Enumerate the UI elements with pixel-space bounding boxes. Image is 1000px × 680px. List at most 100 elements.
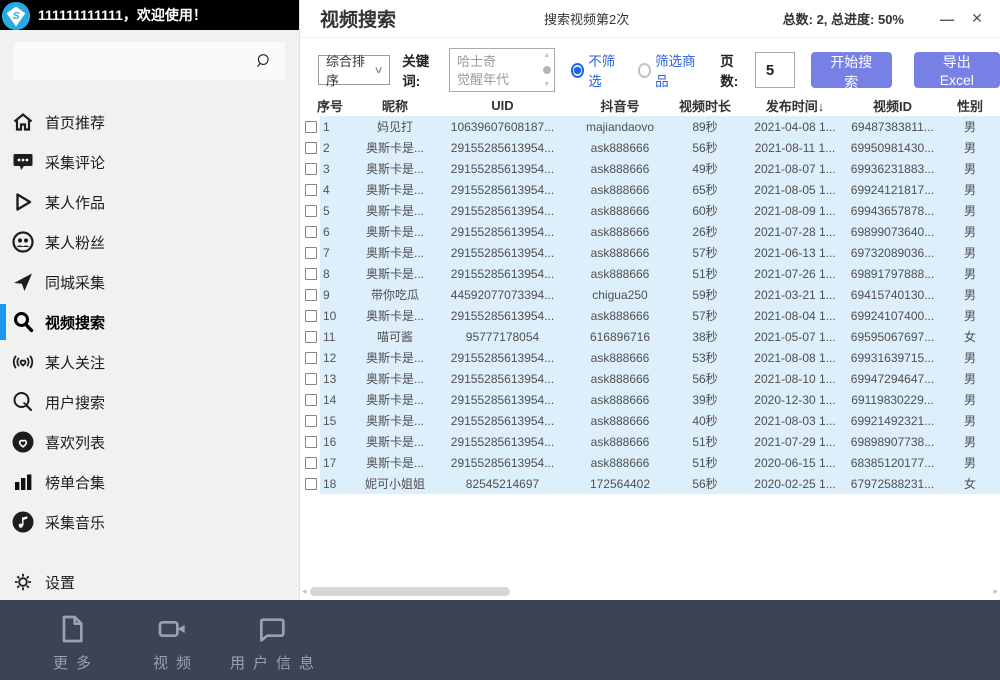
cell-videoid: 69891797888... <box>845 267 940 281</box>
scroll-thumb[interactable] <box>543 66 551 74</box>
col-published-sort[interactable]: 发布时间↓ <box>745 96 845 115</box>
scroll-down-icon[interactable]: ▼ <box>543 81 550 88</box>
table-row[interactable]: 12 奥斯卡是... 29155285613954... ask888666 5… <box>300 347 1000 368</box>
close-button[interactable]: ✕ <box>962 10 992 27</box>
cell-videoid: 69924107400... <box>845 309 940 323</box>
row-checkbox[interactable] <box>305 121 317 133</box>
row-checkbox[interactable] <box>305 268 317 280</box>
hscroll-thumb[interactable] <box>310 587 510 596</box>
start-search-button[interactable]: 开始搜索 <box>811 52 892 88</box>
scroll-right-icon[interactable]: ▸ <box>993 586 998 597</box>
row-checkbox[interactable] <box>305 415 317 427</box>
minimize-button[interactable]: — <box>932 11 962 27</box>
cell-nickname: 奥斯卡是... <box>360 307 430 324</box>
sidebar-menu-item[interactable]: 采集评论 <box>0 142 299 182</box>
cell-gender: 男 <box>940 391 1000 408</box>
table-row[interactable]: 1 妈见打 10639607608187... majiandaovo 89秒 … <box>300 116 1000 137</box>
row-checkbox[interactable] <box>305 184 317 196</box>
table-row[interactable]: 7 奥斯卡是... 29155285613954... ask888666 57… <box>300 242 1000 263</box>
row-checkbox[interactable] <box>305 373 317 385</box>
row-checkbox[interactable] <box>305 331 317 343</box>
table-row[interactable]: 17 奥斯卡是... 29155285613954... ask888666 5… <box>300 452 1000 473</box>
sidebar-menu-item[interactable]: 某人粉丝 <box>0 222 299 262</box>
cell-douyin: chigua250 <box>575 288 665 302</box>
horizontal-scrollbar[interactable]: ◂ ▸ <box>302 585 998 598</box>
table-row[interactable]: 16 奥斯卡是... 29155285613954... ask888666 5… <box>300 431 1000 452</box>
bottom-nav-item[interactable]: 视频 <box>122 600 222 680</box>
cell-published: 2021-03-21 1... <box>745 288 845 302</box>
sidebar-search-input[interactable] <box>14 42 285 80</box>
row-checkbox[interactable] <box>305 205 317 217</box>
table-row[interactable]: 14 奥斯卡是... 29155285613954... ask888666 3… <box>300 389 1000 410</box>
cell-published: 2021-08-04 1... <box>745 309 845 323</box>
col-gender: 性别 <box>940 96 1000 115</box>
cell-nickname: 带你吃瓜 <box>360 286 430 303</box>
cell-videoid: 69947294647... <box>845 372 940 386</box>
sidebar-item-settings[interactable]: 设置 <box>0 562 299 602</box>
row-checkbox[interactable] <box>305 457 317 469</box>
checkbox-cell <box>300 242 320 263</box>
keyword-scrollbar[interactable]: ▲ ▼ <box>541 50 553 90</box>
row-checkbox[interactable] <box>305 310 317 322</box>
table-row[interactable]: 5 奥斯卡是... 29155285613954... ask888666 60… <box>300 200 1000 221</box>
export-excel-button[interactable]: 导出Excel <box>914 52 1000 88</box>
sidebar-menu-item[interactable]: 某人关注 <box>0 342 299 382</box>
cell-videoid: 69595067697... <box>845 330 940 344</box>
scroll-left-icon[interactable]: ◂ <box>302 586 307 597</box>
sidebar-menu-item[interactable]: 同城采集 <box>0 262 299 302</box>
cell-serial: 8 <box>320 267 360 281</box>
row-checkbox[interactable] <box>305 142 317 154</box>
keyword-input[interactable]: 哈士奇 觉醒年代 ▲ ▼ <box>449 48 555 92</box>
bottom-nav-icon <box>156 613 188 645</box>
row-checkbox[interactable] <box>305 352 317 364</box>
table-row[interactable]: 8 奥斯卡是... 29155285613954... ask888666 51… <box>300 263 1000 284</box>
sidebar-menu-item[interactable]: 采集音乐 <box>0 502 299 542</box>
bottom-nav-bar: 更多 视频 用户信息 <box>0 600 1000 680</box>
sidebar-menu-item[interactable]: 首页推荐 <box>0 102 299 142</box>
table-row[interactable]: 4 奥斯卡是... 29155285613954... ask888666 65… <box>300 179 1000 200</box>
bottom-nav-item[interactable]: 更多 <box>22 600 122 680</box>
row-checkbox[interactable] <box>305 163 317 175</box>
row-checkbox[interactable] <box>305 247 317 259</box>
row-checkbox[interactable] <box>305 289 317 301</box>
sidebar-menu-item[interactable]: 视频搜索 <box>0 302 299 342</box>
scroll-up-icon[interactable]: ▲ <box>543 52 550 59</box>
run-status-text: 搜索视频第2次 <box>544 9 629 28</box>
row-checkbox[interactable] <box>305 478 317 490</box>
radio-circle-icon[interactable] <box>571 63 585 78</box>
sidebar-menu-item[interactable]: 榜单合集 <box>0 462 299 502</box>
table-row[interactable]: 9 带你吃瓜 44592077073394... chigua250 59秒 2… <box>300 284 1000 305</box>
row-checkbox[interactable] <box>305 226 317 238</box>
sidebar-menu-item[interactable]: 喜欢列表 <box>0 422 299 462</box>
table-row[interactable]: 2 奥斯卡是... 29155285613954... ask888666 56… <box>300 137 1000 158</box>
row-checkbox[interactable] <box>305 436 317 448</box>
row-checkbox[interactable] <box>305 394 317 406</box>
table-row[interactable]: 6 奥斯卡是... 29155285613954... ask888666 26… <box>300 221 1000 242</box>
table-row[interactable]: 10 奥斯卡是... 29155285613954... ask888666 5… <box>300 305 1000 326</box>
bottom-nav-item[interactable]: 用户信息 <box>222 600 322 680</box>
pages-input[interactable] <box>755 52 795 88</box>
table-row[interactable]: 15 奥斯卡是... 29155285613954... ask888666 4… <box>300 410 1000 431</box>
cell-douyin: ask888666 <box>575 246 665 260</box>
cell-serial: 11 <box>320 330 360 344</box>
cell-uid: 29155285613954... <box>430 246 575 260</box>
table-row[interactable]: 18 妮可小姐姐 82545214697 172564402 56秒 2020-… <box>300 473 1000 494</box>
table-row[interactable]: 11 喵可酱 95777178054 616896716 38秒 2021-05… <box>300 326 1000 347</box>
cell-published: 2021-08-11 1... <box>745 141 845 155</box>
cell-duration: 57秒 <box>665 307 745 324</box>
filter-radio[interactable]: 筛选商品 <box>638 50 703 90</box>
table-row[interactable]: 13 奥斯卡是... 29155285613954... ask888666 5… <box>300 368 1000 389</box>
radio-circle-icon[interactable] <box>638 63 652 78</box>
cell-gender: 男 <box>940 349 1000 366</box>
filter-radio[interactable]: 不筛选 <box>571 50 624 90</box>
cell-published: 2021-08-05 1... <box>745 183 845 197</box>
cell-published: 2021-07-26 1... <box>745 267 845 281</box>
table-row[interactable]: 3 奥斯卡是... 29155285613954... ask888666 49… <box>300 158 1000 179</box>
radio-label: 不筛选 <box>588 50 623 90</box>
sidebar-menu-item[interactable]: 用户搜索 <box>0 382 299 422</box>
cell-videoid: 67972588231... <box>845 477 940 491</box>
sort-select[interactable]: 综合排序 ∨ <box>318 55 390 85</box>
sidebar-menu-item[interactable]: 某人作品 <box>0 182 299 222</box>
search-icon[interactable] <box>255 52 273 70</box>
checkbox-cell <box>300 452 320 473</box>
